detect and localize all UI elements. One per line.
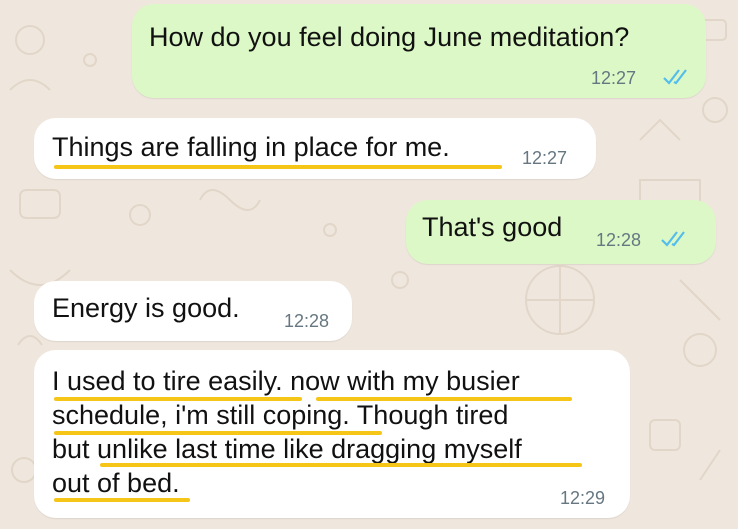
message-text-line: I used to tire easily. now with my busie… [52, 366, 520, 396]
highlight-underline [54, 397, 302, 401]
message-text: Things are falling in place for me. [52, 132, 450, 162]
double-check-read-icon [661, 231, 685, 247]
message-bubble-outgoing[interactable]: How do you feel doing June meditation? 1… [132, 4, 706, 98]
message-text: That's good [422, 212, 563, 242]
highlight-underline [54, 498, 190, 502]
message-bubble-outgoing[interactable]: That's good 12:28 [406, 200, 716, 264]
message-time: 12:27 [522, 148, 568, 168]
message-bubble-incoming[interactable]: Energy is good. 12:28 [34, 281, 352, 341]
message-time: 12:28 [596, 230, 642, 250]
highlight-underline [316, 397, 572, 401]
highlight-underline [54, 431, 382, 435]
highlight-underline [100, 463, 582, 467]
message-text-line: schedule, i'm still coping. Though tired [52, 400, 509, 430]
message-text: How do you feel doing June meditation? [149, 22, 630, 52]
message-text: Energy is good. [52, 293, 240, 323]
message-time: 12:28 [284, 311, 330, 331]
message-time: 12:27 [591, 68, 637, 88]
message-text-line: but unlike last time like dragging mysel… [52, 434, 522, 464]
message-text-line: out of bed. [52, 468, 180, 498]
double-check-read-icon [663, 69, 687, 85]
message-time: 12:29 [560, 488, 606, 508]
message-bubble-incoming[interactable]: Things are falling in place for me. 12:2… [34, 118, 596, 179]
highlight-underline [54, 165, 502, 169]
message-bubble-incoming[interactable]: I used to tire easily. now with my busie… [34, 350, 630, 518]
